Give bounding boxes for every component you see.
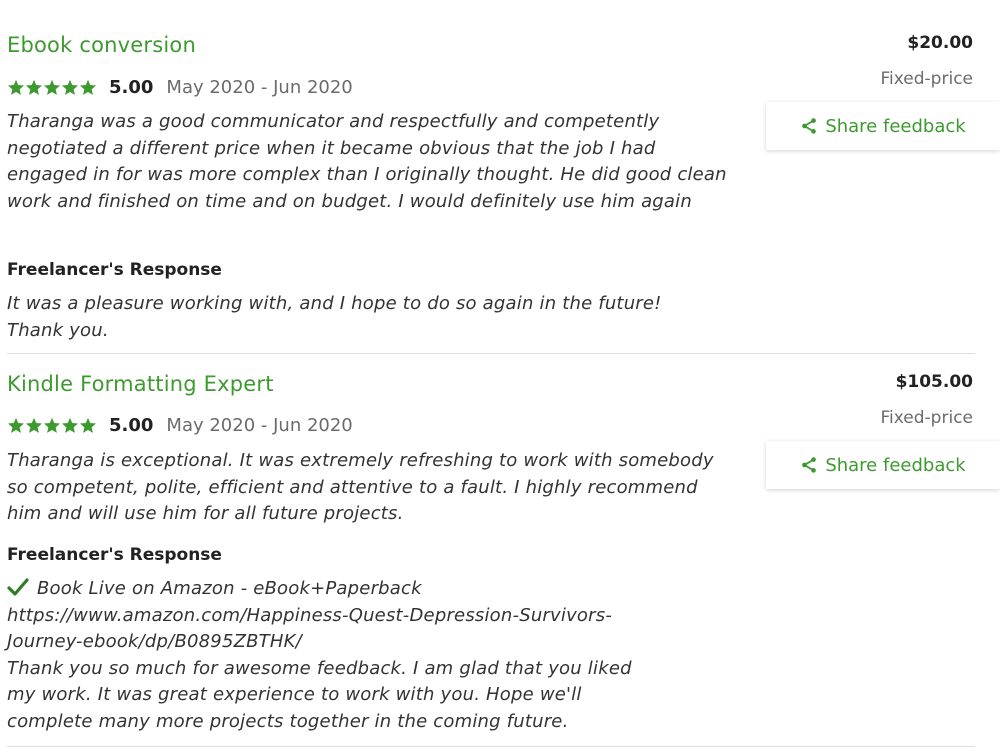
date-range: May 2020 - Jun 2020 (166, 76, 353, 98)
star-icon (25, 79, 43, 95)
rating-row: 5.00 May 2020 - Jun 2020 (7, 75, 353, 99)
date-range: May 2020 - Jun 2020 (166, 414, 353, 436)
job-amount: $105.00 (895, 372, 973, 392)
response-heading: Freelancer's Response (7, 260, 222, 280)
star-rating (7, 417, 97, 433)
star-icon (7, 79, 25, 95)
star-icon (25, 417, 43, 433)
freelancer-response: It was a pleasure working with, and I ho… (7, 291, 747, 344)
share-feedback-label: Share feedback (825, 454, 966, 476)
star-icon (43, 79, 61, 95)
job-amount: $20.00 (907, 33, 973, 53)
response-line: my work. It was great experience to work… (7, 684, 582, 705)
client-feedback-text: Tharanga was a good communicator and res… (7, 111, 727, 212)
job-title-link[interactable]: Kindle Formatting Expert (7, 372, 274, 396)
star-icon (79, 79, 97, 95)
star-rating (7, 79, 97, 95)
rating-score: 5.00 (109, 76, 154, 98)
price-type: Fixed-price (880, 408, 974, 428)
share-feedback-button[interactable]: Share feedback (766, 102, 1000, 150)
response-heading: Freelancer's Response (7, 545, 222, 565)
price-type: Fixed-price (880, 69, 974, 89)
job-title-link[interactable]: Ebook conversion (7, 33, 196, 57)
response-line: Thank you so much for awesome feedback. … (7, 657, 632, 679)
response-link-line: Journey-ebook/dp/B0895ZBTHK/ (7, 631, 302, 652)
share-feedback-label: Share feedback (825, 115, 966, 137)
share-icon (800, 456, 818, 474)
star-icon (7, 417, 25, 433)
star-icon (61, 79, 79, 95)
job-feedback-item: Kindle Formatting Expert 5.00 May 2020 -… (0, 355, 1000, 750)
response-link-line: https://www.amazon.com/Happiness-Quest-D… (7, 604, 613, 626)
response-line: It was a pleasure working with, and I ho… (7, 293, 662, 314)
freelancer-response: Book Live on Amazon - eBook+Paperback ht… (7, 576, 747, 735)
client-feedback-text: Tharanga is exceptional. It was extremel… (7, 450, 714, 524)
checkmark-icon (7, 578, 29, 596)
response-line: Book Live on Amazon - eBook+Paperback (37, 578, 422, 599)
divider (7, 746, 975, 747)
star-icon (61, 417, 79, 433)
job-feedback-item: Ebook conversion 5.00 May 2020 - Jun 202… (0, 0, 1000, 355)
response-line: complete many more projects together in … (7, 710, 569, 732)
star-icon (43, 417, 61, 433)
rating-row: 5.00 May 2020 - Jun 2020 (7, 413, 353, 437)
star-icon (79, 417, 97, 433)
rating-score: 5.00 (109, 414, 154, 436)
response-line-with-check: Book Live on Amazon - eBook+Paperback (7, 576, 747, 603)
share-feedback-button[interactable]: Share feedback (766, 441, 1000, 489)
share-icon (800, 117, 818, 135)
divider (7, 353, 975, 354)
response-line: Thank you. (7, 319, 109, 341)
